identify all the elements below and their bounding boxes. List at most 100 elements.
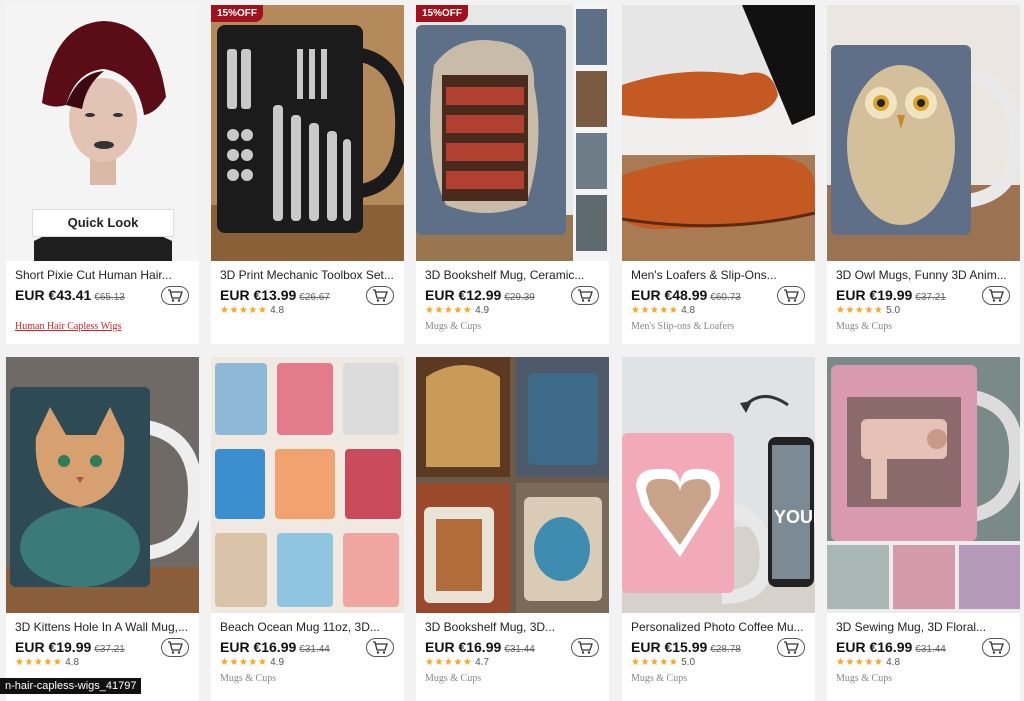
product-title[interactable]: Beach Ocean Mug 11oz, 3D... [220,620,396,634]
rating: ★★★★★ 4.7 [425,657,489,668]
quick-look-button[interactable]: Quick Look [32,209,174,237]
old-price: €37.21 [94,644,125,655]
rating-value: 5.0 [886,305,901,316]
star-icons: ★★★★★ [15,657,63,668]
old-price: €65.13 [94,292,125,303]
product-title[interactable]: 3D Sewing Mug, 3D Floral... [836,620,1012,634]
product-image[interactable] [6,357,199,613]
product-title[interactable]: Personalized Photo Coffee Mu... [631,620,807,634]
price-row: EUR €15.99 €28.78 [631,638,809,659]
old-price: €31.44 [504,644,535,655]
price: EUR €43.41 [15,287,92,303]
product-title[interactable]: 3D Print Mechanic Toolbox Set... [220,268,396,282]
product-image[interactable]: YOUR PHOTO [622,357,815,613]
rating-value: 4.7 [475,657,490,668]
phone-overlay-text: YOUR PHOTO [774,507,815,527]
price-row: EUR €16.99 €31.44 [425,638,603,659]
cart-icon [578,641,593,654]
rating-value: 4.8 [65,657,80,668]
cart-icon [373,289,388,302]
category-label[interactable]: Mugs & Cups [425,673,481,684]
price: EUR €15.99 [631,639,708,655]
rating-value: 4.8 [886,657,901,668]
product-card[interactable]: 3D Bookshelf Mug, 3D... EUR €16.99 €31.44… [416,357,609,701]
price-row: EUR €19.99 €37.21 [15,638,193,659]
product-card[interactable]: 15%OFF 3D Print Mechanic Toolbox Set... … [211,5,404,344]
old-price: €31.44 [299,644,330,655]
rating-value: 4.8 [681,305,696,316]
price: EUR €19.99 [836,287,913,303]
price: EUR €48.99 [631,287,708,303]
category-link[interactable]: Human Hair Capless Wigs [15,321,121,332]
price-row: EUR €16.99 €31.44 [220,638,398,659]
price: EUR €19.99 [15,639,92,655]
add-to-cart-button[interactable] [366,638,394,657]
product-image[interactable]: 15%OFF [416,5,609,261]
product-title[interactable]: Short Pixie Cut Human Hair... [15,268,191,282]
product-image[interactable] [416,357,609,613]
rating: ★★★★★ 4.8 [220,305,284,316]
product-card[interactable]: 3D Owl Mugs, Funny 3D Anim... EUR €19.99… [827,5,1020,344]
price-row: EUR €16.99 €31.44 [836,638,1014,659]
product-image[interactable] [622,5,815,261]
rating-value: 5.0 [681,657,696,668]
add-to-cart-button[interactable] [982,638,1010,657]
product-image[interactable] [211,357,404,613]
category-label[interactable]: Mugs & Cups [836,321,892,332]
add-to-cart-button[interactable] [777,638,805,657]
old-price: €26.67 [299,292,330,303]
product-card[interactable]: 15%OFF 3D Bookshelf Mug, Ceramic... EUR … [416,5,609,344]
add-to-cart-button[interactable] [571,286,599,305]
product-image[interactable] [827,357,1020,613]
product-card[interactable]: 3D Kittens Hole In A Wall Mug,... EUR €1… [6,357,199,701]
product-image[interactable]: 15%OFF [211,5,404,261]
price: EUR €16.99 [220,639,297,655]
category-label[interactable]: Men's Slip-ons & Loafers [631,321,734,332]
product-title[interactable]: 3D Bookshelf Mug, 3D... [425,620,601,634]
product-card[interactable]: Quick Look Short Pixie Cut Human Hair...… [6,5,199,344]
add-to-cart-button[interactable] [571,638,599,657]
cart-icon [578,289,593,302]
discount-badge: 15%OFF [211,5,264,22]
product-card[interactable]: Beach Ocean Mug 11oz, 3D... EUR €16.99 €3… [211,357,404,701]
product-image[interactable]: Quick Look [6,5,199,261]
product-image[interactable] [827,5,1020,261]
add-to-cart-button[interactable] [777,286,805,305]
product-title[interactable]: Men's Loafers & Slip-Ons... [631,268,807,282]
status-url-tooltip: n-hair-capless-wigs_41797 [0,678,142,694]
product-card[interactable]: YOUR PHOTO Personalized Photo Coffee Mu.… [622,357,815,701]
star-icons: ★★★★★ [836,305,884,316]
rating: ★★★★★ 5.0 [836,305,900,316]
star-icons: ★★★★★ [836,657,884,668]
product-title[interactable]: 3D Bookshelf Mug, Ceramic... [425,268,601,282]
rating: ★★★★★ 4.9 [220,657,284,668]
price-row: EUR €48.99 €60.73 [631,286,809,307]
product-card[interactable]: 3D Sewing Mug, 3D Floral... EUR €16.99 €3… [827,357,1020,701]
category-label[interactable]: Mugs & Cups [220,673,276,684]
add-to-cart-button[interactable] [982,286,1010,305]
old-price: €31.44 [915,644,946,655]
rating: ★★★★★ 4.8 [836,657,900,668]
product-title[interactable]: 3D Kittens Hole In A Wall Mug,... [15,620,191,634]
price: EUR €16.99 [836,639,913,655]
product-card[interactable]: Men's Loafers & Slip-Ons... EUR €48.99 €6… [622,5,815,344]
price-row: EUR €19.99 €37.21 [836,286,1014,307]
price: EUR €13.99 [220,287,297,303]
cart-icon [989,641,1004,654]
rating: ★★★★★ 4.9 [425,305,489,316]
star-icons: ★★★★★ [220,305,268,316]
add-to-cart-button[interactable] [366,286,394,305]
product-title[interactable]: 3D Owl Mugs, Funny 3D Anim... [836,268,1012,282]
old-price: €29.39 [504,292,535,303]
cart-icon [784,289,799,302]
price-row: EUR €43.41 €65.13 [15,286,193,307]
category-label[interactable]: Mugs & Cups [631,673,687,684]
cart-icon [784,641,799,654]
rating-value: 4.9 [475,305,490,316]
old-price: €28.78 [710,644,741,655]
category-label[interactable]: Mugs & Cups [425,321,481,332]
star-icons: ★★★★★ [631,657,679,668]
add-to-cart-button[interactable] [161,638,189,657]
add-to-cart-button[interactable] [161,286,189,305]
category-label[interactable]: Mugs & Cups [836,673,892,684]
